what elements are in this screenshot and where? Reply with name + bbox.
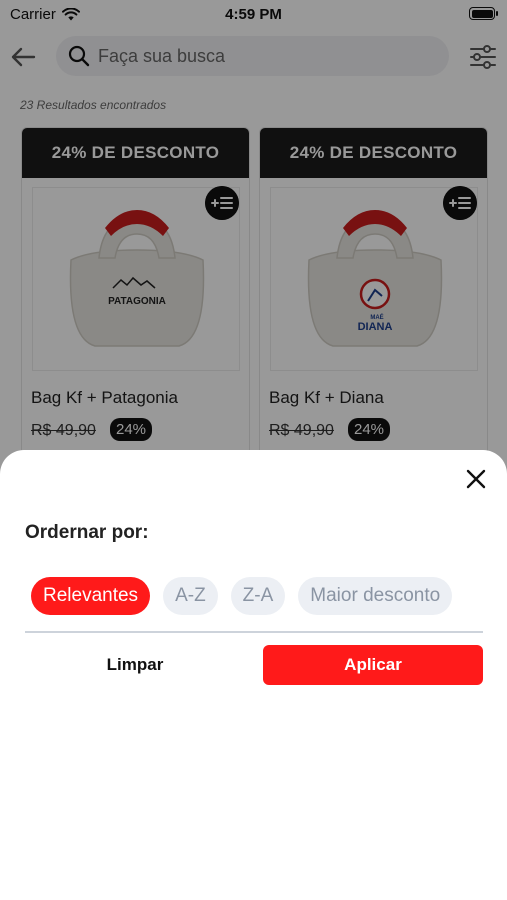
divider	[25, 631, 483, 633]
apply-button[interactable]: Aplicar	[263, 645, 483, 685]
sort-bottom-sheet: Ordernar por: Relevantes A-Z Z-A Maior d…	[0, 450, 507, 900]
sort-option-maior-desconto[interactable]: Maior desconto	[298, 577, 453, 615]
sort-option-relevantes[interactable]: Relevantes	[31, 577, 151, 615]
sort-option-z-a[interactable]: Z-A	[230, 577, 286, 615]
sort-option-a-z[interactable]: A-Z	[163, 577, 218, 615]
clear-button[interactable]: Limpar	[25, 645, 245, 685]
close-icon[interactable]	[466, 469, 486, 489]
sort-title: Ordernar por:	[25, 522, 149, 543]
sort-options: Relevantes A-Z Z-A Maior desconto	[31, 577, 483, 617]
